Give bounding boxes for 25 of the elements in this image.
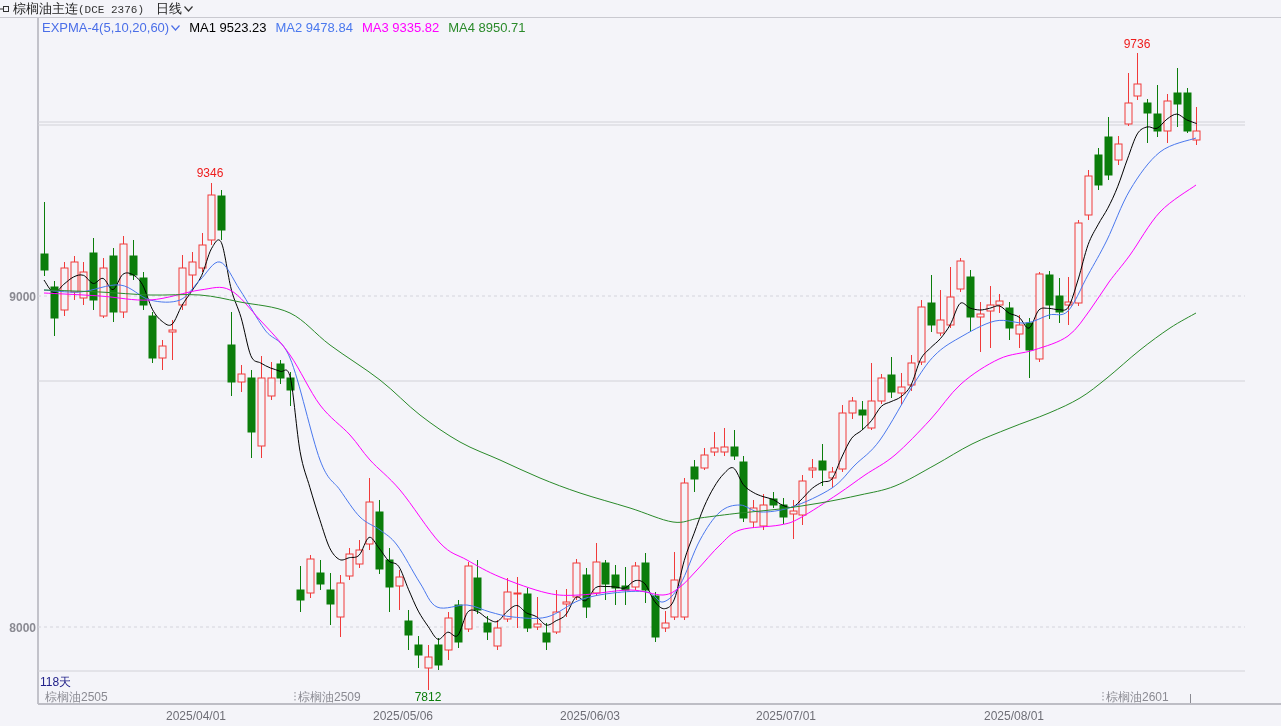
tick-mark-icon [1190,693,1191,704]
indicator-value: MA4 8950.71 [448,20,526,35]
high-price-label: 9346 [196,166,224,180]
period-dropdown[interactable]: 日线 [156,0,193,18]
x-axis-label: 2025/07/01 [755,709,817,723]
x-axis-label: 2025/06/03 [559,709,621,723]
panel-icon [0,5,9,12]
x-axis-label: 2025/04/01 [165,709,227,723]
contract-label: 棕榈油2505 [45,690,108,704]
day-count-label: 118天 [40,675,72,689]
instrument-title: 棕榈油主连(DCE 2376) [13,0,144,18]
chevron-down-icon [184,5,193,12]
indicator-value: MA3 9335.82 [361,20,440,35]
indicator-value: MA1 9523.23 [189,20,267,35]
y-axis-label: 8000 [9,620,36,635]
high-price-label: 9736 [1123,37,1151,51]
low-price-label: 7812 [414,690,442,704]
chevron-down-icon [171,24,181,31]
x-axis-label: 2025/05/06 [372,709,434,723]
indicator-dropdown[interactable]: EXPMA-4(5,10,20,60) [42,20,181,35]
indicator-value: MA2 9478.84 [275,20,353,35]
contract-label: 棕榈油2509 [298,690,361,704]
y-axis-label: 9000 [9,289,36,304]
x-axis-label: 2025/08/01 [983,709,1045,723]
contract-label: 棕榈油2601 [1106,690,1169,704]
